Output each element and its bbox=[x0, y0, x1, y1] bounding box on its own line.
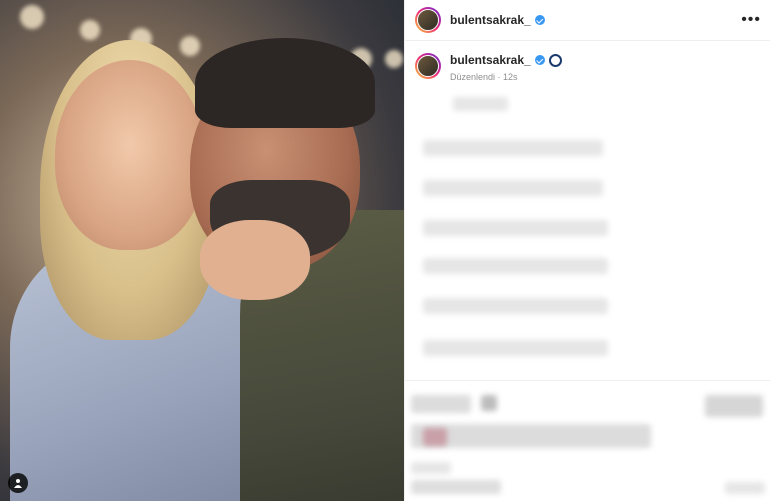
post-sidebar: bulentsakrak_ ••• bulentsakrak_ Düzenlen… bbox=[404, 0, 770, 501]
bokeh-light bbox=[385, 50, 403, 68]
blurred-caption-line bbox=[423, 140, 603, 156]
tagged-user-icon[interactable] bbox=[8, 473, 28, 493]
more-options-icon[interactable]: ••• bbox=[741, 11, 761, 29]
avatar[interactable] bbox=[415, 7, 441, 33]
verified-badge-icon bbox=[534, 55, 545, 65]
user-icon bbox=[14, 479, 22, 488]
bokeh-light bbox=[80, 20, 100, 40]
blurred-comment-box[interactable] bbox=[411, 480, 501, 494]
blurred-caption-line bbox=[453, 97, 508, 111]
blurred-post-button[interactable] bbox=[725, 482, 765, 494]
blurred-caption-line bbox=[423, 258, 608, 274]
blurred-liker-avatar bbox=[423, 428, 447, 446]
blurred-bookmark-area bbox=[705, 395, 763, 417]
bokeh-light bbox=[20, 5, 44, 29]
man-hair bbox=[195, 38, 375, 128]
post-header: bulentsakrak_ ••• bbox=[405, 0, 770, 41]
caption-meta: Düzenlendi · 12s bbox=[450, 72, 518, 82]
post-photo[interactable] bbox=[0, 0, 404, 501]
divider bbox=[405, 380, 770, 381]
blurred-caption-line bbox=[423, 220, 608, 236]
blurred-caption-line bbox=[423, 298, 608, 314]
blurred-action-icons bbox=[411, 395, 471, 413]
blurred-likes bbox=[411, 424, 651, 448]
threads-badge-icon[interactable] bbox=[548, 53, 562, 67]
caption-avatar[interactable] bbox=[415, 53, 441, 79]
caption: bulentsakrak_ Düzenlendi · 12s bbox=[405, 41, 770, 82]
woman-face bbox=[55, 60, 205, 250]
blurred-caption-line bbox=[423, 180, 603, 196]
caption-username[interactable]: bulentsakrak_ bbox=[450, 53, 531, 67]
header-username[interactable]: bulentsakrak_ bbox=[450, 13, 531, 27]
hand bbox=[200, 220, 310, 300]
verified-badge-icon bbox=[534, 15, 545, 25]
bokeh-light bbox=[180, 36, 200, 56]
blurred-date bbox=[411, 462, 451, 474]
blurred-action-icons bbox=[481, 395, 497, 411]
blurred-caption-line bbox=[423, 340, 608, 356]
